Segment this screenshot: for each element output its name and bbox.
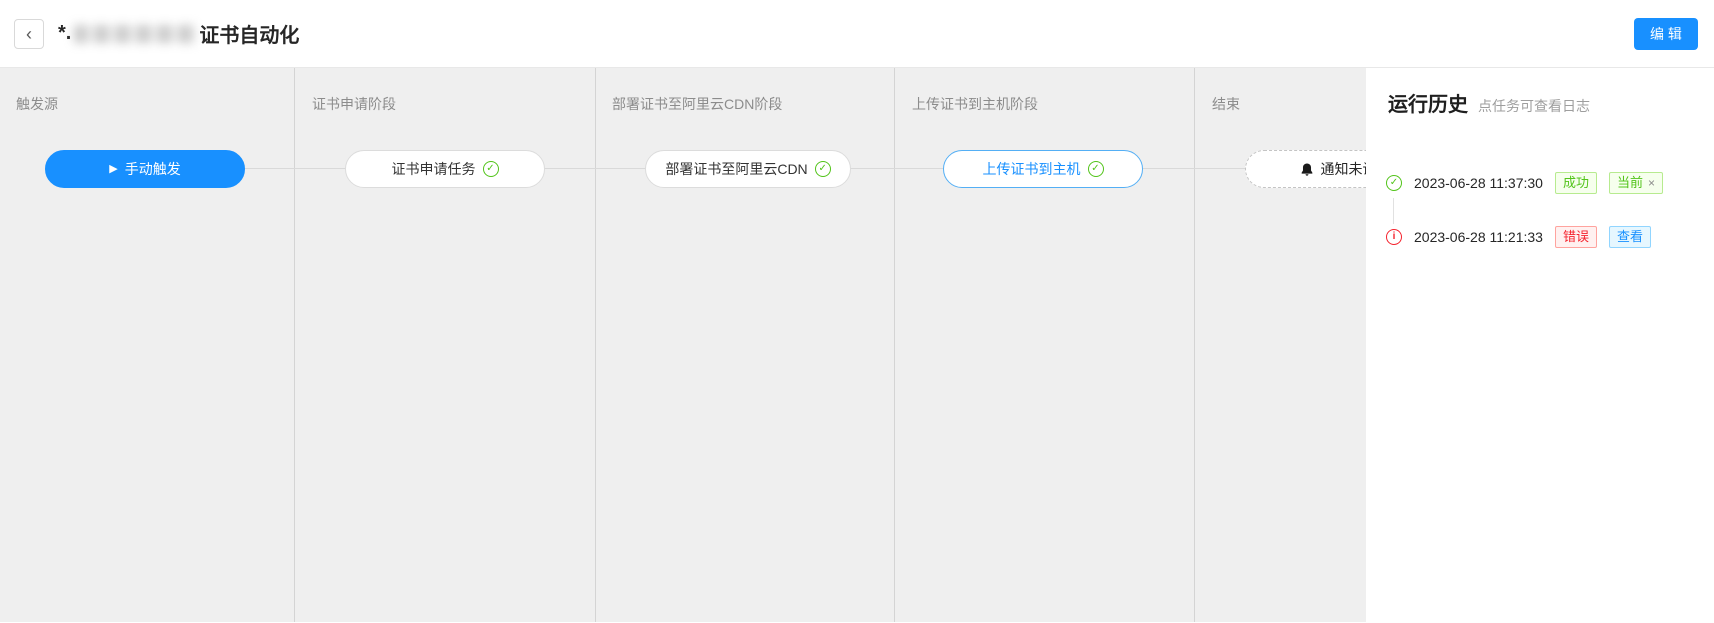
stage-label-end: 结束 (1212, 94, 1240, 114)
status-badge-error: 错误 (1555, 226, 1597, 248)
play-icon: ▶ (109, 164, 117, 175)
back-button[interactable]: ‹ (14, 19, 44, 49)
node-upload-host[interactable]: 上传证书到主机 ✓ (943, 150, 1143, 188)
stage-label-trigger: 触发源 (16, 94, 58, 114)
stage-label-cdn: 部署证书至阿里云CDN阶段 (612, 94, 782, 114)
check-circle-icon: ✓ (483, 161, 499, 177)
close-icon[interactable]: × (1648, 176, 1655, 190)
history-entry[interactable]: i 2023-06-28 11:21:33 错误 查看 (1386, 225, 1651, 249)
node-deploy-cdn[interactable]: 部署证书至阿里云CDN ✓ (645, 150, 851, 188)
panel-header: 运行历史 点任务可查看日志 (1388, 88, 1714, 117)
node-label: 上传证书到主机 (983, 159, 1081, 179)
bell-icon (1300, 162, 1314, 177)
history-entry[interactable]: ✓ 2023-06-28 11:37:30 成功 当前 × (1386, 171, 1663, 195)
current-badge-label: 当前 (1617, 175, 1643, 190)
status-badge-success: 成功 (1555, 172, 1597, 194)
check-circle-icon: ✓ (1088, 161, 1104, 177)
entry-time: 2023-06-28 11:37:30 (1414, 175, 1543, 191)
column-divider (595, 68, 596, 622)
node-label: 部署证书至阿里云CDN (665, 159, 807, 179)
edit-button[interactable]: 编 辑 (1634, 18, 1698, 50)
stage-label-host: 上传证书到主机阶段 (912, 94, 1038, 114)
node-label: 证书申请任务 (392, 159, 476, 179)
node-label: 手动触发 (125, 159, 181, 179)
page-title: *. 证书自动化 (58, 19, 299, 48)
back-chevron-icon: ‹ (26, 25, 32, 43)
title-suffix: 证书自动化 (199, 19, 299, 48)
entry-time: 2023-06-28 11:21:33 (1414, 229, 1543, 245)
panel-subtitle: 点任务可查看日志 (1478, 96, 1590, 116)
success-circle-icon: ✓ (1386, 175, 1402, 191)
check-circle-icon: ✓ (815, 161, 831, 177)
column-divider (1194, 68, 1195, 622)
run-history-panel: 运行历史 点任务可查看日志 ✓ 2023-06-28 11:37:30 成功 当… (1366, 68, 1714, 622)
panel-title: 运行历史 (1388, 88, 1468, 117)
error-circle-icon: i (1386, 229, 1402, 245)
timeline-connector (1393, 198, 1394, 224)
view-log-button[interactable]: 查看 (1609, 226, 1651, 248)
node-cert-apply-task[interactable]: 证书申请任务 ✓ (345, 150, 545, 188)
redacted-domain-blur (74, 25, 196, 43)
column-divider (894, 68, 895, 622)
title-prefix: *. (58, 22, 71, 45)
node-manual-trigger[interactable]: ▶ 手动触发 (45, 150, 245, 188)
current-badge[interactable]: 当前 × (1609, 172, 1663, 194)
stage-label-apply: 证书申请阶段 (312, 94, 396, 114)
page-header: ‹ *. 证书自动化 编 辑 (0, 0, 1714, 68)
column-divider (294, 68, 295, 622)
workflow-board: 触发源 证书申请阶段 部署证书至阿里云CDN阶段 上传证书到主机阶段 结束 ▶ … (0, 68, 1714, 622)
